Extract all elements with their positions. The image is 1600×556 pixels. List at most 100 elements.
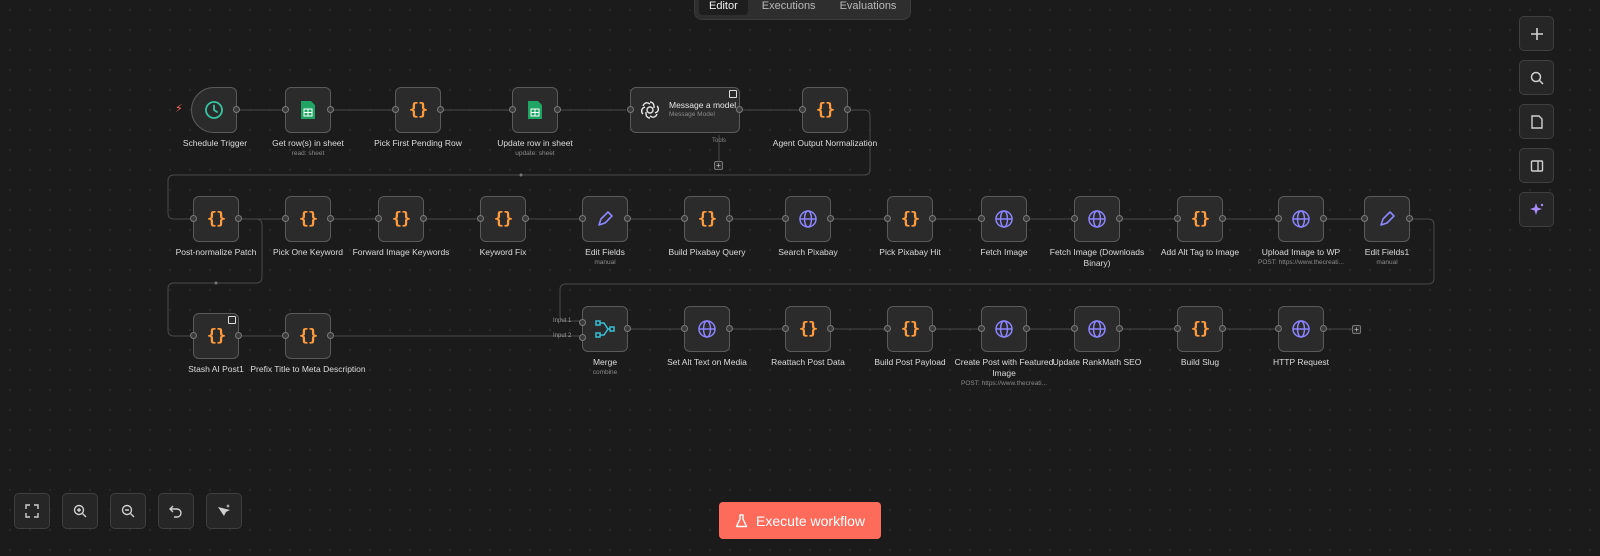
node-upload-image-to-wp[interactable]: [1275, 196, 1327, 242]
output-handle[interactable]: [1116, 215, 1123, 222]
ai-assistant-button[interactable]: [1519, 192, 1554, 227]
input-handle[interactable]: [1361, 215, 1368, 222]
output-handle[interactable]: [554, 106, 561, 113]
output-handle[interactable]: [1219, 215, 1226, 222]
output-handle[interactable]: [235, 332, 242, 339]
input-handle[interactable]: [282, 106, 289, 113]
node-build-pixabay-query[interactable]: {}: [681, 196, 733, 242]
node-merge[interactable]: [579, 306, 631, 352]
output-handle[interactable]: [233, 106, 240, 113]
input-handle[interactable]: [375, 215, 382, 222]
node-update-row[interactable]: [509, 87, 561, 133]
node-post-normalize-patch[interactable]: {}: [190, 196, 242, 242]
output-handle[interactable]: [327, 332, 334, 339]
output-handle[interactable]: [1023, 215, 1030, 222]
input-handle[interactable]: [681, 325, 688, 332]
zoom-out-button[interactable]: [110, 493, 146, 529]
output-handle[interactable]: [1023, 325, 1030, 332]
add-tool-button[interactable]: +: [714, 161, 723, 170]
tab-editor[interactable]: Editor: [699, 0, 748, 15]
node-schedule-trigger[interactable]: [191, 87, 240, 133]
execute-workflow-button[interactable]: Execute workflow: [719, 502, 881, 539]
output-handle[interactable]: [929, 215, 936, 222]
input-handle[interactable]: [627, 106, 634, 113]
output-handle[interactable]: [844, 106, 851, 113]
output-handle[interactable]: [1406, 215, 1413, 222]
add-node-button[interactable]: +: [1352, 325, 1361, 334]
output-handle[interactable]: [235, 215, 242, 222]
input-handle[interactable]: [799, 106, 806, 113]
output-handle[interactable]: [1219, 325, 1226, 332]
input-handle[interactable]: [978, 325, 985, 332]
output-handle[interactable]: [624, 325, 631, 332]
node-stash-ai-post1[interactable]: {}: [190, 313, 242, 359]
input-handle[interactable]: [681, 215, 688, 222]
node-http-request[interactable]: [1275, 306, 1327, 352]
input-handle[interactable]: [782, 325, 789, 332]
output-handle[interactable]: [736, 106, 743, 113]
node-agent-output-normalization[interactable]: {}: [799, 87, 851, 133]
input-2-handle[interactable]: [579, 334, 586, 341]
input-handle[interactable]: [1174, 325, 1181, 332]
output-handle[interactable]: [420, 215, 427, 222]
input-handle[interactable]: [477, 215, 484, 222]
output-handle[interactable]: [1320, 325, 1327, 332]
output-handle[interactable]: [327, 215, 334, 222]
output-handle[interactable]: [726, 325, 733, 332]
input-1-handle[interactable]: [579, 319, 586, 326]
node-edit-fields1[interactable]: [1361, 196, 1413, 242]
input-handle[interactable]: [392, 106, 399, 113]
node-edit-fields[interactable]: [579, 196, 631, 242]
zoom-in-button[interactable]: [62, 493, 98, 529]
toggle-panel-button[interactable]: [1519, 148, 1554, 183]
input-handle[interactable]: [282, 332, 289, 339]
node-forward-image-keywords[interactable]: {}: [375, 196, 427, 242]
node-keyword-fix[interactable]: {}: [477, 196, 529, 242]
input-handle[interactable]: [978, 215, 985, 222]
undo-button[interactable]: [158, 493, 194, 529]
node-message-a-model[interactable]: Message a model Message Model: [627, 87, 743, 133]
output-handle[interactable]: [929, 325, 936, 332]
output-handle[interactable]: [827, 215, 834, 222]
output-handle[interactable]: [437, 106, 444, 113]
input-handle[interactable]: [884, 325, 891, 332]
tab-executions[interactable]: Executions: [752, 0, 826, 15]
tab-evaluations[interactable]: Evaluations: [830, 0, 907, 15]
node-reattach-post-data[interactable]: {}: [782, 306, 834, 352]
search-button[interactable]: [1519, 60, 1554, 95]
output-handle[interactable]: [827, 325, 834, 332]
input-handle[interactable]: [190, 332, 197, 339]
output-handle[interactable]: [1320, 215, 1327, 222]
node-search-pixabay[interactable]: [782, 196, 834, 242]
node-update-rankmath-seo[interactable]: [1071, 306, 1123, 352]
fit-view-button[interactable]: [14, 493, 50, 529]
node-fetch-image-binary[interactable]: [1071, 196, 1123, 242]
node-pick-one-keyword[interactable]: {}: [282, 196, 334, 242]
input-handle[interactable]: [782, 215, 789, 222]
node-pick-pixabay-hit[interactable]: {}: [884, 196, 936, 242]
node-get-rows[interactable]: [282, 87, 334, 133]
node-build-post-payload[interactable]: {}: [884, 306, 936, 352]
node-prefix-title[interactable]: {}: [282, 313, 334, 359]
output-handle[interactable]: [522, 215, 529, 222]
output-handle[interactable]: [327, 106, 334, 113]
node-build-slug[interactable]: {}: [1174, 306, 1226, 352]
input-handle[interactable]: [1174, 215, 1181, 222]
input-handle[interactable]: [1071, 215, 1078, 222]
workflow-canvas[interactable]: [0, 0, 1600, 556]
tidy-up-button[interactable]: [206, 493, 242, 529]
node-create-post[interactable]: [978, 306, 1030, 352]
input-handle[interactable]: [1071, 325, 1078, 332]
node-set-alt-text[interactable]: [681, 306, 733, 352]
input-handle[interactable]: [884, 215, 891, 222]
input-handle[interactable]: [190, 215, 197, 222]
node-pick-first-pending-row[interactable]: {}: [392, 87, 444, 133]
output-handle[interactable]: [624, 215, 631, 222]
input-handle[interactable]: [579, 215, 586, 222]
input-handle[interactable]: [282, 215, 289, 222]
input-handle[interactable]: [509, 106, 516, 113]
node-add-alt-tag[interactable]: {}: [1174, 196, 1226, 242]
input-handle[interactable]: [1275, 215, 1282, 222]
output-handle[interactable]: [1116, 325, 1123, 332]
output-handle[interactable]: [726, 215, 733, 222]
